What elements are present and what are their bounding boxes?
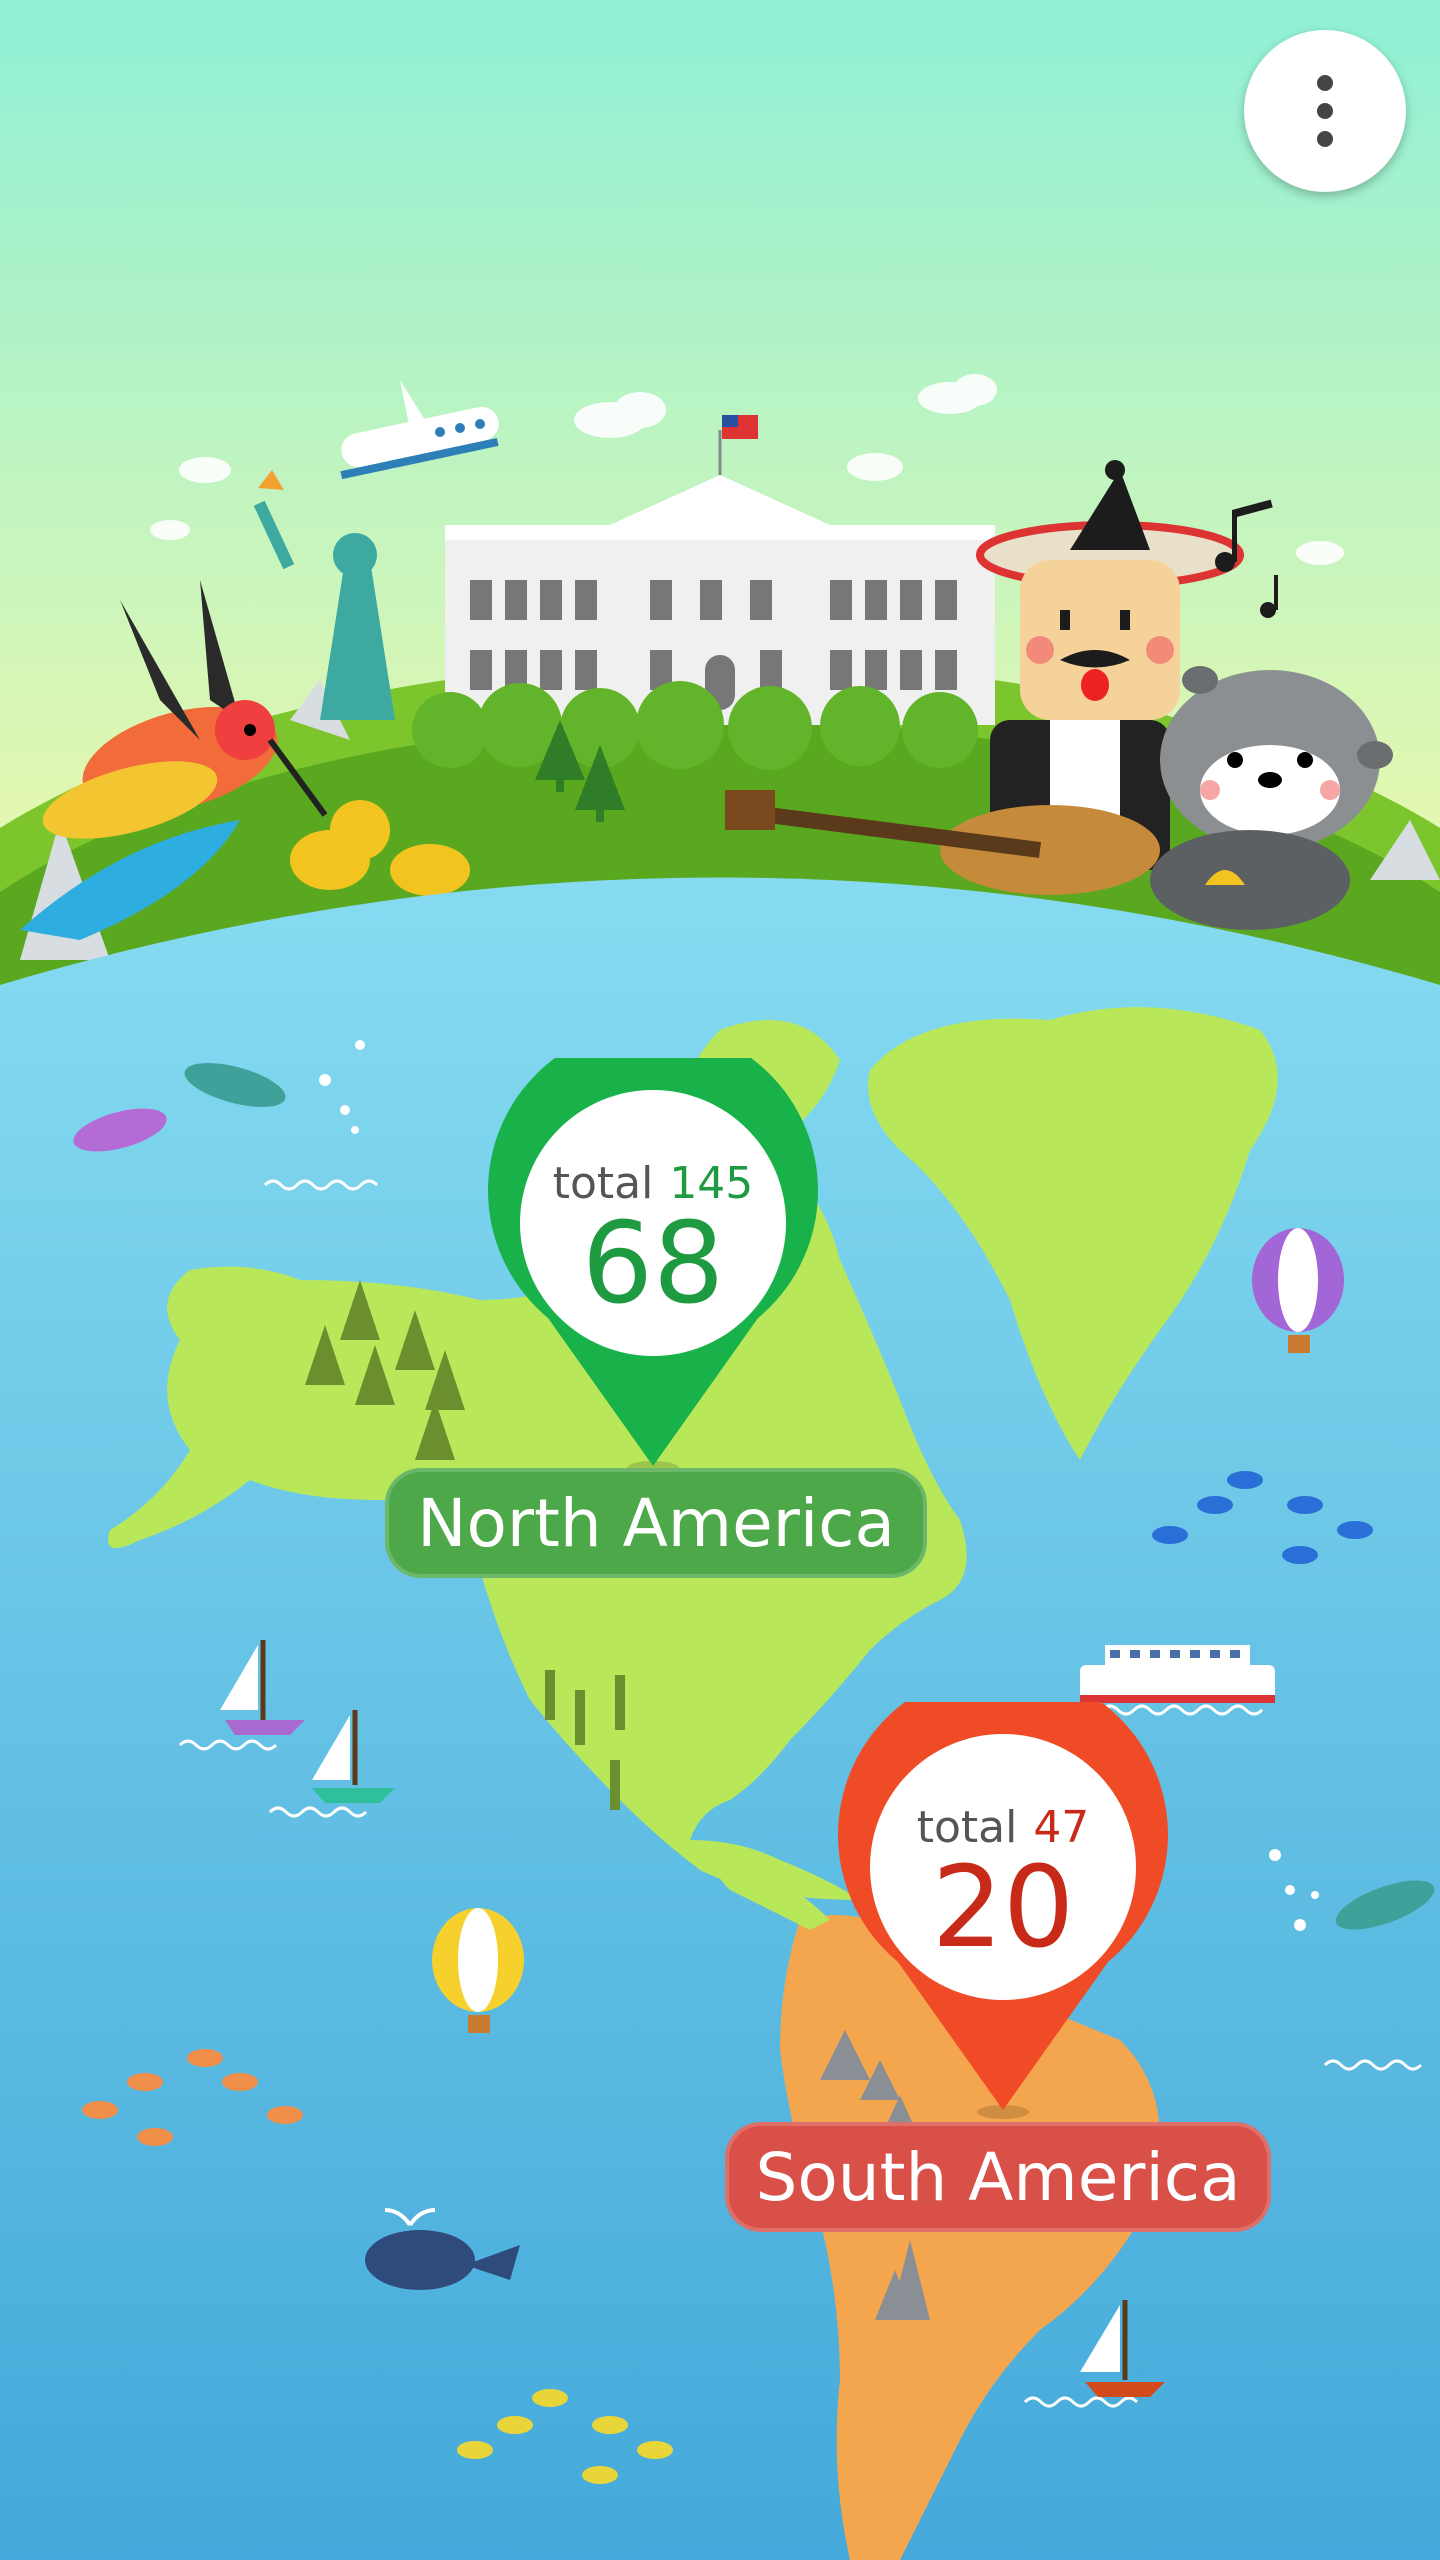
menu-dot bbox=[1317, 103, 1333, 119]
pin-count: 68 bbox=[581, 1199, 725, 1329]
north-america-pin[interactable]: total 145 68 bbox=[488, 1058, 818, 1478]
more-vert-icon bbox=[1317, 75, 1333, 91]
cruise-ship-icon bbox=[1080, 1645, 1275, 1703]
south-america-label[interactable]: South America bbox=[725, 2122, 1271, 2232]
north-america-label[interactable]: North America bbox=[385, 1468, 927, 1578]
pin-count: 20 bbox=[931, 1843, 1075, 1973]
more-options-button[interactable] bbox=[1244, 30, 1406, 192]
south-america-pin[interactable]: total 47 20 bbox=[838, 1702, 1168, 2122]
menu-dot bbox=[1317, 131, 1333, 147]
